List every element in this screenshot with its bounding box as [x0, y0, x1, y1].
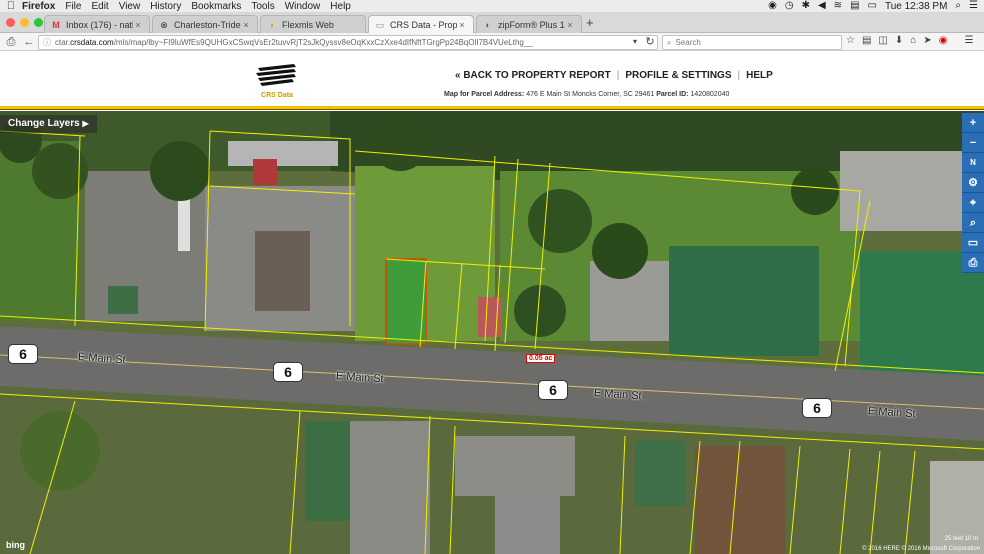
flexmls-icon: ◗ [269, 19, 275, 30]
map-copyright: © 2016 HERE © 2016 Microsoft Corporation [862, 546, 980, 552]
flag-icon[interactable]: ▤ [850, 0, 859, 12]
route-shield: 6 [8, 344, 38, 364]
download-icon[interactable]: ⬇ [895, 35, 903, 46]
crs-icon: ▭ [375, 19, 385, 30]
profile-settings-link[interactable]: PROFILE & SETTINGS [625, 70, 731, 81]
notification-center-icon[interactable]: ☰ [969, 0, 978, 12]
change-layers-button[interactable]: Change Layers ▶ [0, 115, 97, 133]
url-dropdown-icon[interactable]: ▾ [630, 35, 640, 49]
reading-list-icon[interactable]: ▤ [862, 35, 871, 46]
search-map-icon[interactable]: ⌕ [962, 213, 984, 233]
crs-data-logo[interactable]: CRS Data [252, 58, 302, 102]
header-divider [0, 106, 984, 110]
back-button[interactable]: ← [22, 35, 36, 49]
route-shield: 6 [538, 380, 568, 400]
close-window-icon[interactable] [6, 18, 15, 27]
nav-separator: | [737, 70, 741, 81]
location-pin-icon[interactable]: ⌖ [962, 193, 984, 213]
menu-bookmarks[interactable]: Bookmarks [191, 1, 249, 12]
bookmark-star-icon[interactable]: ☆ [846, 35, 855, 46]
parcel-map[interactable]: Change Layers ▶ + − N ⚙ ⌖ ⌕ ▭ ⎙ 6 6 6 6 … [0, 111, 984, 554]
url-bar[interactable]: ⓘ ctar. crsdata.com/mls/map/lby~FI9luWfEs… [38, 35, 658, 50]
mls-icon: ⊗ [160, 19, 168, 30]
route-shield: 6 [802, 398, 832, 418]
bluetooth-icon[interactable]: ✱ [802, 0, 810, 12]
spotlight-icon[interactable]: ⌕ [955, 0, 961, 12]
time-machine-icon[interactable]: ◷ [785, 0, 794, 12]
battery-icon[interactable]: ▭ [868, 0, 877, 12]
menu-app[interactable]: Firefox [22, 1, 63, 12]
tab-mls[interactable]: ⊗ Charleston-Trident MLS, Inc. × [152, 15, 258, 33]
search-icon: ⌕ [667, 37, 672, 47]
help-link[interactable]: HELP [746, 70, 773, 81]
gmail-icon: M [52, 19, 60, 30]
menu-icon[interactable]: ☰ [964, 35, 973, 46]
tab-zipform[interactable]: ◐ zipForm® Plus 1610.22 × [476, 15, 582, 33]
menu-window[interactable]: Window [285, 1, 329, 12]
zoom-window-icon[interactable] [34, 18, 43, 27]
apple-icon[interactable]:  [0, 0, 22, 12]
aerial-imagery [0, 111, 984, 554]
zoom-out-button[interactable]: − [962, 133, 984, 153]
map-toolbar: + − N ⚙ ⌖ ⌕ ▭ ⎙ [962, 113, 984, 273]
crs-logo-mark-icon [256, 64, 296, 86]
wifi-icon[interactable]: ≋ [834, 0, 842, 12]
acreage-label: 0.05 ac [526, 354, 556, 363]
nav-separator: | [616, 70, 620, 81]
search-input[interactable]: ⌕ Search [662, 35, 842, 50]
close-tab-icon[interactable]: × [241, 20, 251, 30]
tab-gmail[interactable]: M Inbox (176) - nathanmend... × [44, 15, 150, 33]
map-scale: 25 feet 10 m [944, 536, 978, 542]
route-shield: 6 [273, 362, 303, 382]
zoom-in-button[interactable]: + [962, 113, 984, 133]
site-header: CRS Data « BACK TO PROPERTY REPORT | PRO… [0, 52, 984, 108]
chevron-right-icon: ▶ [82, 119, 89, 128]
measure-icon[interactable]: ▭ [962, 233, 984, 253]
send-icon[interactable]: ➤ [923, 35, 931, 46]
macos-menubar:  Firefox File Edit View History Bookmar… [0, 0, 984, 12]
print-icon[interactable]: ⎙ [4, 35, 18, 49]
pocket-icon[interactable]: ◫ [878, 35, 887, 46]
status-icon[interactable]: ◉ [768, 0, 777, 12]
menu-file[interactable]: File [65, 1, 89, 12]
parcel-info: Map for Parcel Address: 476 E Main St Mo… [444, 91, 730, 98]
menu-edit[interactable]: Edit [91, 1, 116, 12]
tab-crs-data[interactable]: ▭ CRS Data - Property Map f... × [368, 15, 474, 33]
tab-flexmls[interactable]: ◗ Flexmls Web [260, 15, 366, 33]
menu-view[interactable]: View [119, 1, 149, 12]
window-controls [6, 18, 43, 27]
settings-gear-icon[interactable]: ⚙ [962, 173, 984, 193]
tab-strip: M Inbox (176) - nathanmend... × ⊗ Charle… [0, 12, 984, 33]
volume-icon[interactable]: ◀ [818, 0, 826, 12]
navigation-toolbar: ⎙ ← ⓘ ctar. crsdata.com/mls/map/lby~FI9lu… [0, 33, 984, 51]
menu-help[interactable]: Help [330, 1, 359, 12]
site-info-icon[interactable]: ⓘ [43, 37, 51, 48]
extension-icon[interactable]: ◉ [939, 35, 948, 46]
compass-north-button[interactable]: N [962, 153, 984, 173]
back-to-property-report-link[interactable]: « BACK TO PROPERTY REPORT [455, 70, 611, 81]
minimize-window-icon[interactable] [20, 18, 29, 27]
menu-history[interactable]: History [150, 1, 189, 12]
close-tab-icon[interactable]: × [133, 20, 143, 30]
zipform-icon: ◐ [485, 19, 491, 30]
close-tab-icon[interactable]: × [457, 20, 467, 30]
new-tab-button[interactable]: + [586, 15, 594, 30]
menubar-clock[interactable]: Tue 12:38 PM [885, 1, 947, 12]
menu-tools[interactable]: Tools [251, 1, 282, 12]
print-map-icon[interactable]: ⎙ [962, 253, 984, 273]
bing-logo: bing [6, 540, 25, 550]
reload-icon[interactable]: ↻ [644, 35, 656, 49]
close-tab-icon[interactable]: × [565, 20, 575, 30]
home-icon[interactable]: ⌂ [910, 35, 916, 46]
